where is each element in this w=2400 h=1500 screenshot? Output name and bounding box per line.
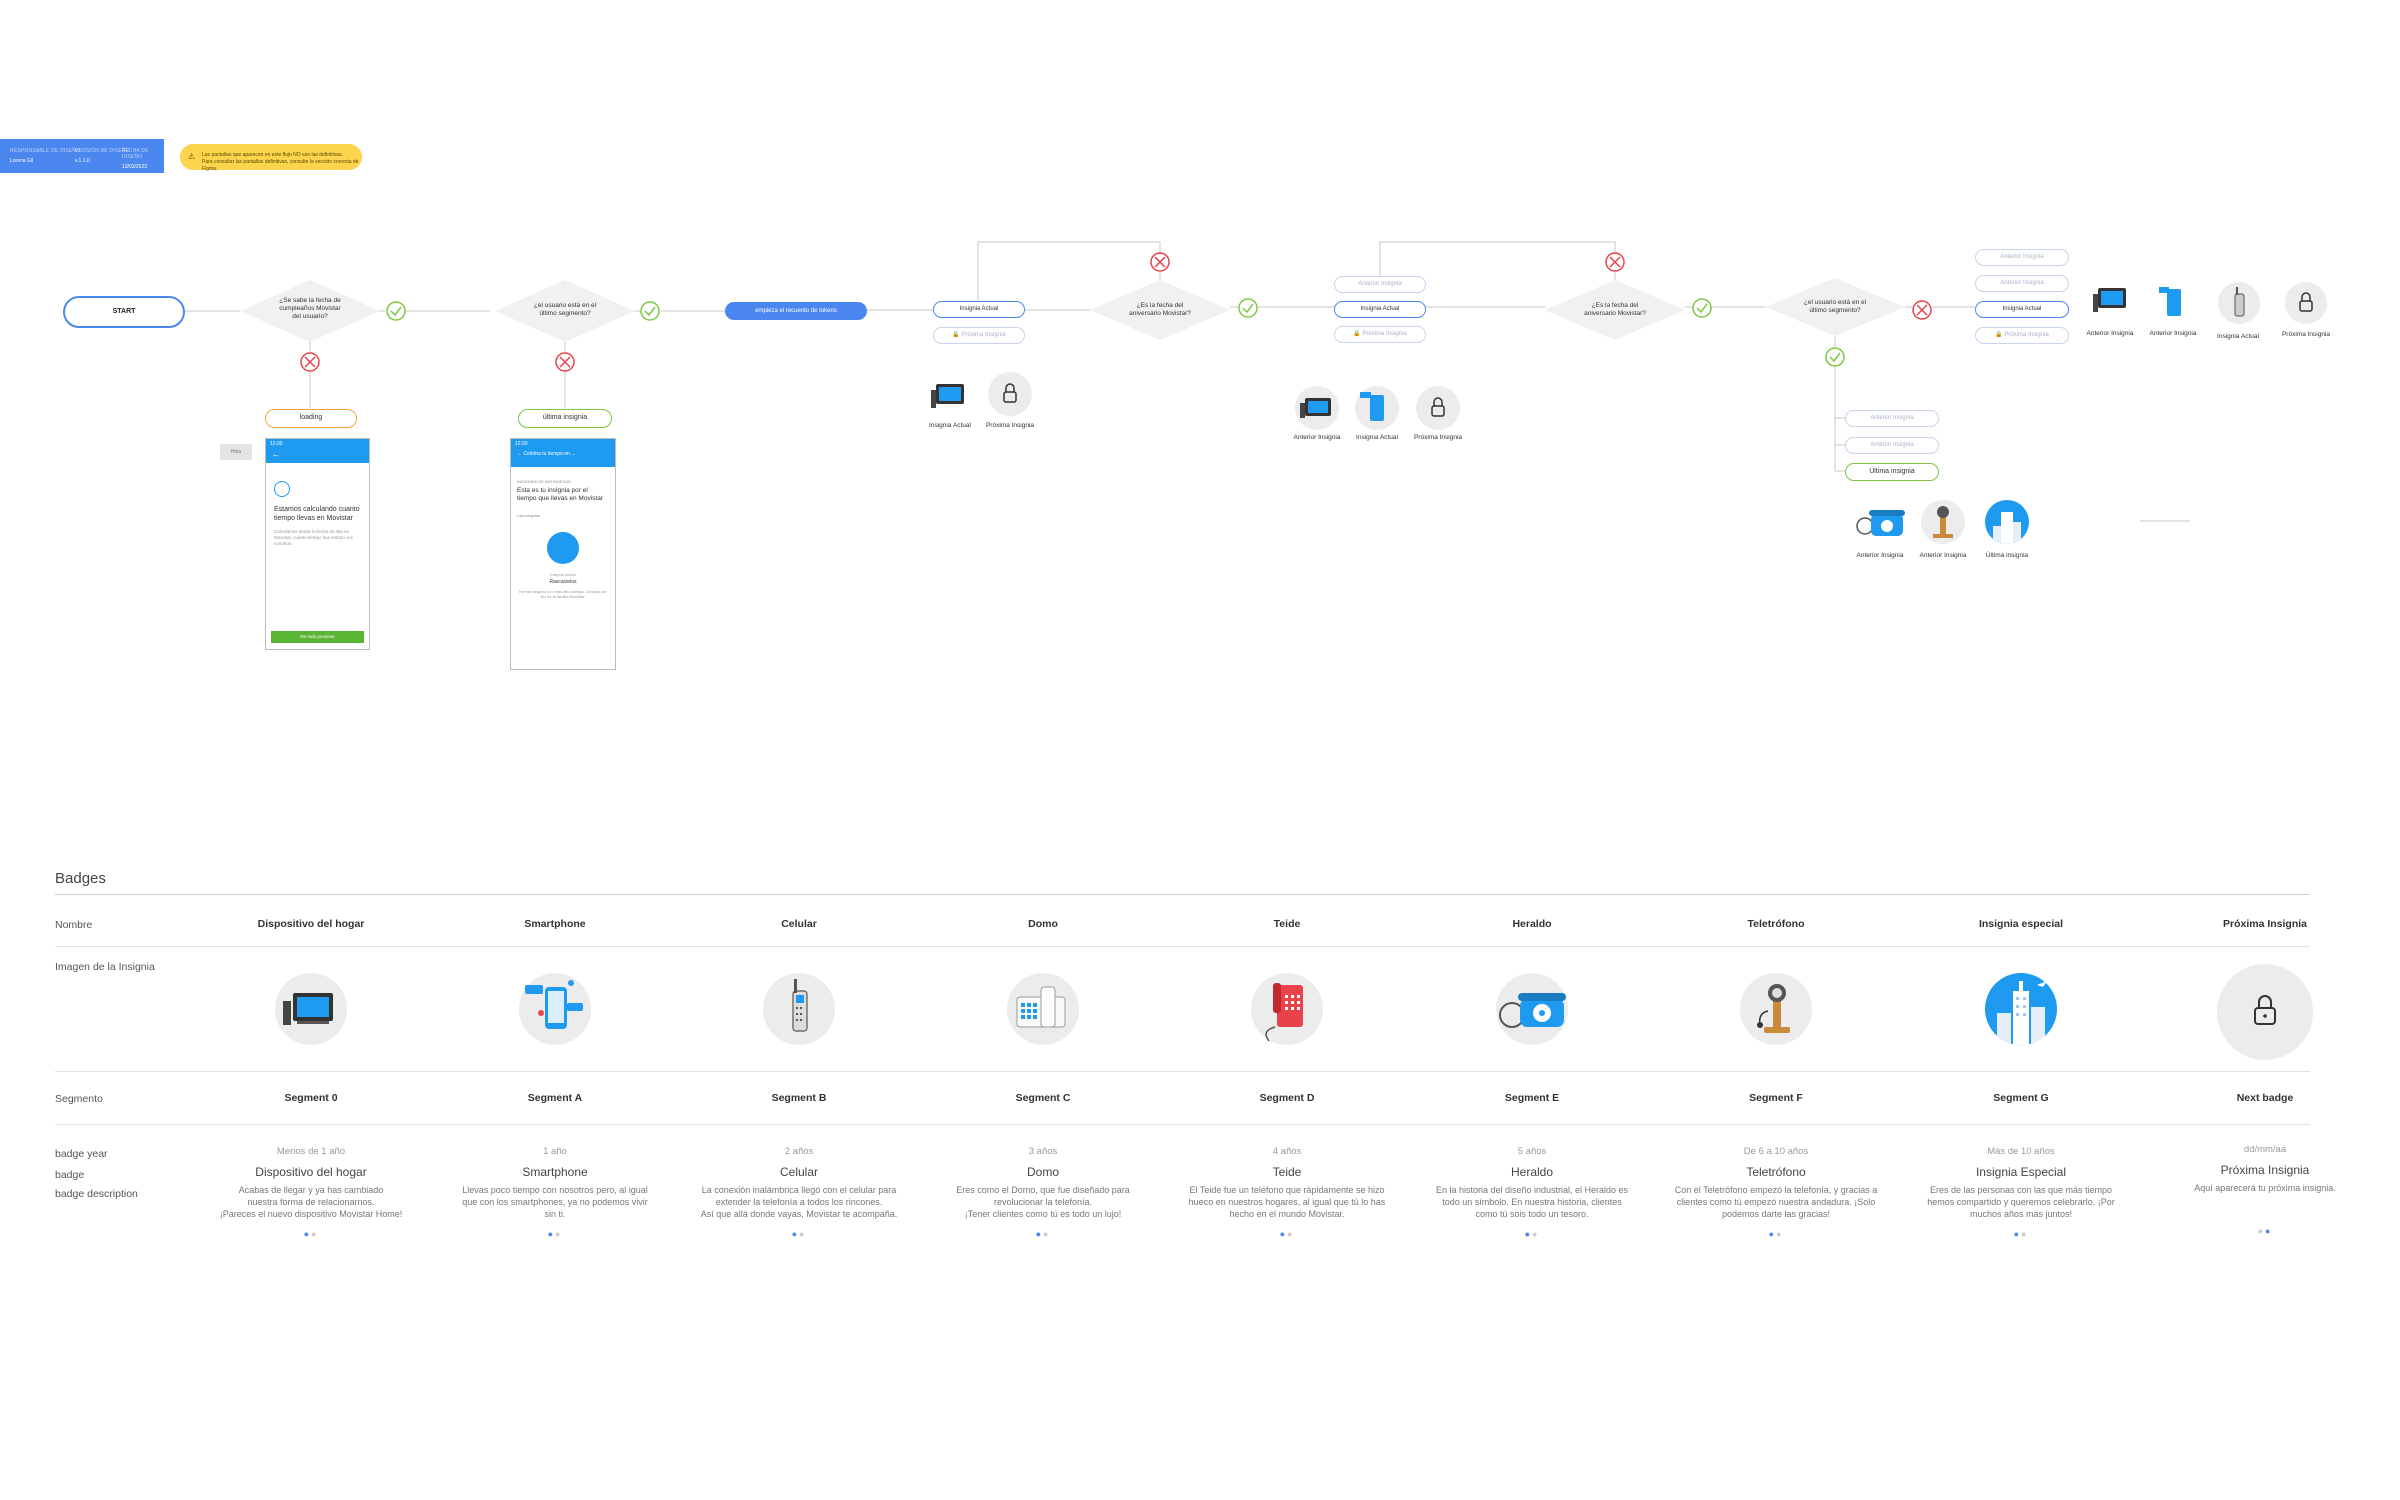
badges-section-title: Badges [55, 870, 106, 887]
mini-badges-group-d: Anterior Insignia Anterior Insignia Últi… [1845, 498, 2045, 566]
smartphone-icon [519, 973, 591, 1045]
table-rule [55, 946, 2310, 947]
teletrofono-icon [1740, 973, 1812, 1045]
skyscraper-icon [1985, 500, 2029, 544]
insignia-actual-pill-3: Insignia Actual [1975, 301, 2069, 318]
lock-icon [2217, 964, 2313, 1060]
proxima-insignia-pill: 🔒 Próxima Insignia [933, 327, 1025, 344]
mini-badges-group-c: Anterior Insignia Anterior Insignia Insi… [2078, 280, 2348, 342]
ultima-insignia-pill: Última insignia [1845, 463, 1939, 481]
home-device-icon [930, 382, 966, 410]
lock-icon [1416, 386, 1460, 430]
table-rule [55, 1124, 2310, 1125]
lock-icon [988, 372, 1032, 416]
start-node: START [63, 296, 185, 328]
pagination-dots: ●● [1279, 1229, 1295, 1239]
back-arrow-icon[interactable]: ← [266, 449, 369, 460]
heraldo-phone-icon [1855, 506, 1905, 540]
skyscraper-icon [547, 532, 579, 564]
heraldo-phone-icon [1496, 973, 1568, 1045]
pagination-dots: ●● [1768, 1229, 1784, 1239]
teletrofono-icon [1921, 500, 1965, 544]
anterior-insignia-pill-3b: Anterior Insignia [1975, 275, 2069, 292]
pagination-dots: ●● [303, 1229, 319, 1239]
pagination-dots: ●● [2257, 1226, 2273, 1236]
domo-phone-icon [1007, 973, 1079, 1045]
back-arrow-icon[interactable]: ← [517, 451, 522, 457]
decision-birthday-known: ¿Se sabe la fecha de cumpleaños Movistar d… [279, 297, 341, 320]
row-label-nombre: Nombre [55, 919, 93, 931]
pagination-dots: ●● [547, 1229, 563, 1239]
decision-anniversary-2: ¿Es la fecha del aniversario Movistar? [1584, 302, 1646, 317]
proxima-insignia-pill-3: 🔒 Próxima Insignia [1975, 327, 2069, 344]
table-rule [55, 1071, 2310, 1072]
home-device-icon [2092, 286, 2128, 314]
phone-status-bar-2: 12:00 ← Celebra tu tiempo en ... [511, 439, 615, 467]
phone-loading-screen: 12:00 ← Estamos calculando cuanto tiempo… [265, 438, 370, 650]
pagination-dots: ●● [791, 1229, 807, 1239]
skyscraper-icon [1985, 973, 2057, 1045]
row-label-description: badge description [55, 1188, 138, 1200]
insignia-actual-pill: Insignia Actual [933, 301, 1025, 318]
home-device-icon [1295, 386, 1339, 430]
phone-status-bar: 12:00 ← [266, 439, 369, 463]
row-label-imagen: Imagen de la Insignia [55, 961, 155, 973]
anterior-insignia-pill-4a: Anterior Insignia [1845, 410, 1939, 427]
mini-badges-group-a: Insignia Actual Próxima Insignia [929, 372, 1040, 434]
mini-badges-group-b: Anterior Insignia Insignia Actual Próxim… [1290, 382, 1480, 444]
proxima-insignia-pill-2: 🔒 Próxima Insignia [1334, 326, 1426, 343]
loading-node: loading [265, 409, 357, 428]
cellular-icon [2218, 282, 2260, 324]
row-label-year: badge year [55, 1148, 108, 1160]
ultima-insignia-node: última insignia [518, 409, 612, 428]
pagination-dots: ●● [2013, 1229, 2029, 1239]
decision-anniversary-1: ¿Es la fecha del aniversario Movistar? [1129, 302, 1191, 317]
decision-last-segment: ¿el usuario está en el último segmento? [533, 302, 597, 317]
insignia-actual-pill-2: Insignia Actual [1334, 301, 1426, 318]
decision-last-segment-2: ¿el usuario está en el último segmento? [1803, 299, 1867, 314]
pagination-dots: ●● [1035, 1229, 1051, 1239]
clock-icon [274, 481, 290, 497]
row-label-segmento: Segmento [55, 1093, 103, 1105]
phone-badge-screen: 12:00 ← Celebra tu tiempo en ... INSIGNI… [510, 438, 616, 670]
anterior-insignia-pill-3a: Anterior Insignia [1975, 249, 2069, 266]
side-tag: Hola [220, 444, 252, 460]
pagination-dots: ●● [1524, 1229, 1540, 1239]
smartphone-icon [2158, 286, 2188, 320]
continue-button[interactable]: De todo proviene [271, 631, 364, 643]
home-device-icon [275, 973, 347, 1045]
row-label-badge: badge [55, 1169, 85, 1181]
teide-phone-icon [1251, 973, 1323, 1045]
anterior-insignia-pill-4b: Anterior Insignia [1845, 437, 1939, 454]
table-rule [55, 894, 2310, 895]
token-count-node: empieza el recuento de tokens [725, 302, 867, 320]
lock-icon [2285, 282, 2327, 324]
anterior-insignia-pill: Anterior Insignia [1334, 276, 1426, 293]
smartphone-icon [1355, 386, 1399, 430]
cellular-icon [763, 973, 835, 1045]
